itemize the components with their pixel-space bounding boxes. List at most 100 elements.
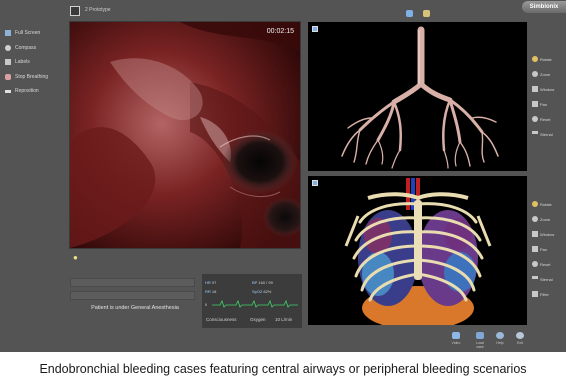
side-item-label: Compass bbox=[15, 44, 37, 51]
compass-icon bbox=[5, 44, 11, 51]
tool-zoom[interactable]: Zoom bbox=[532, 71, 562, 86]
pan-icon bbox=[532, 246, 538, 252]
airway-video-frame bbox=[70, 22, 300, 248]
video-timer: 00:02:15 bbox=[266, 28, 294, 35]
tool-reset[interactable]: Reset bbox=[532, 116, 562, 131]
oxygen-value[interactable]: 10 L/min bbox=[275, 317, 292, 322]
vital-value: 82% bbox=[263, 289, 272, 294]
vital-value: 97 bbox=[211, 280, 217, 285]
tool-filter[interactable]: Filter bbox=[532, 291, 562, 306]
tool-label: Window bbox=[540, 87, 555, 92]
control-row-1[interactable] bbox=[70, 278, 195, 287]
tool-label: Pan bbox=[540, 247, 548, 252]
app-menu-icon[interactable] bbox=[70, 6, 80, 16]
vital-spo2: SpO2 82% bbox=[252, 289, 271, 294]
exit-button[interactable]: Exit bbox=[514, 332, 526, 348]
load-case-button[interactable]: Load case bbox=[474, 332, 486, 349]
tool-label: Rotate bbox=[540, 57, 552, 62]
tool-label: Reset bbox=[540, 262, 551, 267]
tool-pan[interactable]: Pan bbox=[532, 101, 562, 116]
zoom-icon bbox=[532, 216, 538, 222]
vital-bp: BP 160 / 99 bbox=[252, 280, 273, 285]
vital-hr: HR 97 bbox=[205, 280, 216, 285]
figure-caption: Endobronchial bleeding cases featuring c… bbox=[0, 352, 566, 385]
window-title: 2 Prototype bbox=[85, 7, 111, 13]
side-item-compass[interactable]: Compass bbox=[5, 41, 63, 56]
tool-sternal[interactable]: Sternal bbox=[532, 276, 562, 291]
side-menu: Full Screen Compass Labels Stop Breathin… bbox=[5, 26, 63, 99]
reposition-icon bbox=[5, 89, 11, 93]
side-item-reposition[interactable]: Reposition bbox=[5, 84, 63, 99]
control-row-2[interactable] bbox=[70, 291, 195, 300]
sternal-icon bbox=[532, 276, 538, 279]
panel-toggle-icon[interactable] bbox=[312, 180, 318, 186]
view-toggle-icon[interactable] bbox=[406, 10, 413, 17]
video-icon bbox=[452, 332, 460, 339]
labels-icon bbox=[5, 59, 11, 66]
snapshot-icon[interactable] bbox=[423, 10, 430, 17]
tool-label: Zoom bbox=[540, 72, 551, 77]
help-button[interactable]: Help bbox=[494, 332, 506, 348]
window-icon bbox=[532, 86, 538, 92]
vital-rr: RR 18 bbox=[205, 289, 216, 294]
bottom-action-bar: Video Load case Help Exit bbox=[450, 332, 530, 350]
oxygen-label: Oxygen bbox=[250, 317, 266, 322]
panel-toggle-icon[interactable] bbox=[312, 26, 318, 32]
thorax-anatomy-view[interactable] bbox=[308, 176, 527, 325]
side-item-label: Labels bbox=[15, 59, 30, 66]
rotate-icon bbox=[532, 201, 538, 207]
side-item-label: Reposition bbox=[15, 88, 39, 95]
tool-label: Sternal bbox=[540, 132, 553, 137]
ecg-trace bbox=[212, 300, 298, 308]
simulator-window: 2 Prototype Simbionix Full Screen Compas… bbox=[0, 0, 566, 352]
tool-label: Filter bbox=[540, 292, 549, 297]
vital-label: HR bbox=[205, 280, 211, 285]
vital-value: 160 / 99 bbox=[258, 280, 273, 285]
side-item-labels[interactable]: Labels bbox=[5, 55, 63, 70]
vital-label: SpO2 bbox=[252, 289, 263, 294]
ecg-lead-label: II bbox=[205, 302, 208, 307]
tool-window[interactable]: Window bbox=[532, 231, 562, 246]
vital-label: RR bbox=[205, 289, 211, 294]
bottom-icon-label: Help bbox=[496, 341, 504, 345]
fullscreen-icon bbox=[5, 30, 11, 37]
tool-label: Window bbox=[540, 232, 555, 237]
bronchial-tree-model bbox=[341, 26, 499, 169]
tool-rotate[interactable]: Rotate bbox=[532, 201, 562, 216]
consciousness-label: Consciousness bbox=[206, 317, 237, 322]
sternal-icon bbox=[532, 131, 538, 134]
tool-zoom[interactable]: Zoom bbox=[532, 216, 562, 231]
simbionix-logo: Simbionix bbox=[522, 1, 566, 13]
side-item-label: Full Screen bbox=[15, 30, 41, 37]
tool-reset[interactable]: Reset bbox=[532, 261, 562, 276]
bottom-icon-label: Exit bbox=[517, 341, 523, 345]
tool-pan[interactable]: Pan bbox=[532, 246, 562, 261]
bottom-icon-label: Video bbox=[451, 341, 461, 345]
side-item-stop-breathing[interactable]: Stop Breathing bbox=[5, 70, 63, 85]
endoscope-video-view[interactable]: 00:02:15 bbox=[70, 22, 300, 248]
vital-value: 18 bbox=[211, 289, 217, 294]
reset-icon bbox=[532, 261, 538, 267]
video-button[interactable]: Video bbox=[450, 332, 462, 348]
bottom-view-toolbar: Rotate Zoom Window Pan Reset Sternal Fil… bbox=[532, 201, 562, 306]
side-item-full-screen[interactable]: Full Screen bbox=[5, 26, 63, 41]
filter-icon bbox=[532, 291, 538, 297]
zoom-icon bbox=[532, 71, 538, 77]
reset-icon bbox=[532, 116, 538, 122]
thorax-model bbox=[344, 178, 492, 325]
tool-label: Reset bbox=[540, 117, 551, 122]
light-bulb-icon[interactable]: ● bbox=[73, 253, 78, 262]
folder-icon bbox=[476, 332, 484, 339]
exit-icon bbox=[516, 332, 524, 339]
tool-label: Rotate bbox=[540, 202, 552, 207]
side-item-label: Stop Breathing bbox=[15, 73, 49, 80]
tool-window[interactable]: Window bbox=[532, 86, 562, 101]
vital-label: BP bbox=[252, 280, 258, 285]
bronchial-tree-view[interactable] bbox=[308, 22, 527, 171]
window-icon bbox=[532, 231, 538, 237]
tool-sternal[interactable]: Sternal bbox=[532, 131, 562, 146]
help-icon bbox=[496, 332, 504, 339]
tool-label: Sternal bbox=[540, 277, 553, 282]
tool-rotate[interactable]: Rotate bbox=[532, 56, 562, 71]
tool-label: Zoom bbox=[540, 217, 551, 222]
